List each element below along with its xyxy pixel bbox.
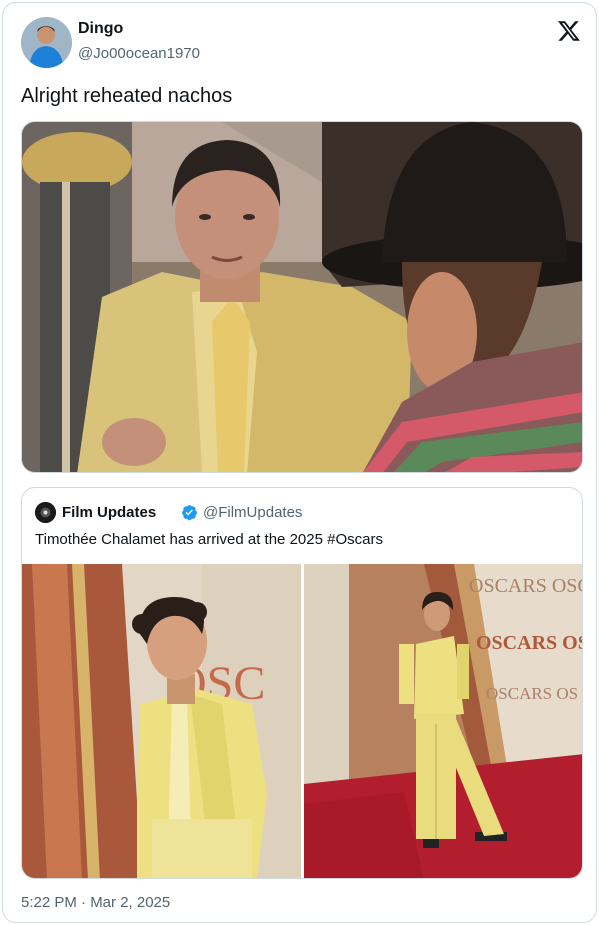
oscars-wall-text-2: OSCARS OSC: [476, 632, 583, 654]
verified-badge-icon: [181, 504, 198, 521]
tweet-card: Dingo @Jo00ocean1970 Alright reheated na…: [2, 2, 597, 923]
quoted-media-left[interactable]: OSC: [22, 564, 301, 878]
display-name[interactable]: Dingo: [78, 20, 123, 38]
quoted-avatar[interactable]: [35, 502, 56, 523]
user-handle[interactable]: @Jo00ocean1970: [78, 45, 200, 62]
movie-still-photo: [22, 122, 582, 472]
oscars-wall-text-1: OSCARS OSC: [469, 575, 583, 597]
red-carpet-photo-fullbody: OSCARS OSC OSCARS OSC OSCARS OS: [304, 564, 583, 878]
red-carpet-photo-closeup: OSC: [22, 564, 301, 878]
quoted-text: Timothée Chalamet has arrived at the 202…: [35, 531, 383, 548]
quoted-handle[interactable]: @FilmUpdates: [203, 504, 302, 521]
quoted-tweet[interactable]: Film Updates @FilmUpdates Timothée Chala…: [21, 487, 583, 879]
tweet-text: Alright reheated nachos: [21, 85, 233, 107]
tweet-media[interactable]: [21, 121, 583, 473]
user-avatar[interactable]: [21, 17, 72, 68]
film-updates-logo-icon: [35, 502, 56, 523]
oscars-wall-text-3: OSCARS OS: [486, 684, 578, 703]
quoted-display-name[interactable]: Film Updates: [62, 504, 156, 521]
avatar-icon: [21, 17, 72, 68]
x-logo-icon[interactable]: [556, 19, 582, 43]
quoted-media-right[interactable]: OSCARS OSC OSCARS OSC OSCARS OS: [304, 564, 583, 878]
tweet-timestamp[interactable]: 5:22 PM · Mar 2, 2025: [21, 894, 170, 911]
